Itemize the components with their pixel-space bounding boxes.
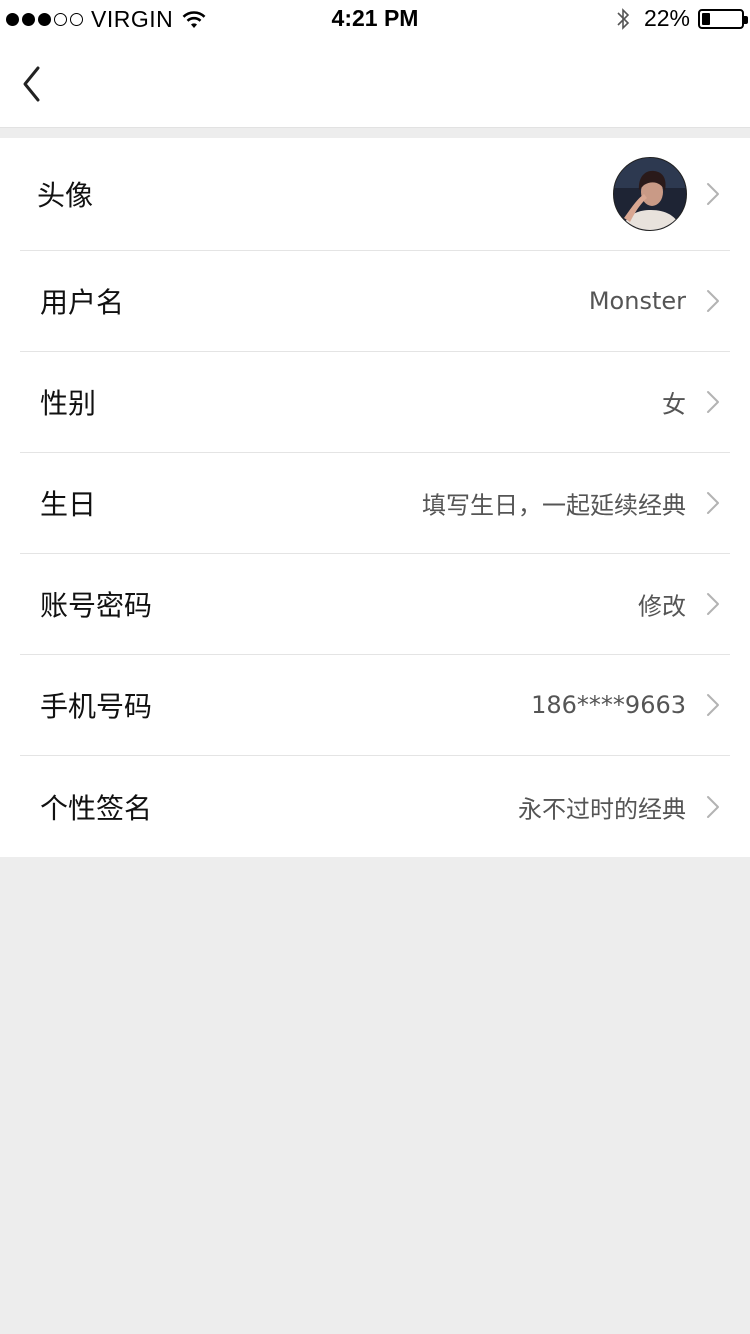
chevron-right-icon — [707, 593, 719, 615]
row-label: 账号密码 — [40, 589, 153, 622]
avatar — [613, 157, 687, 231]
row-label: 个性签名 — [40, 791, 153, 825]
row-password[interactable]: 账号密码 修改 — [20, 554, 730, 655]
battery-level — [702, 12, 710, 25]
row-username[interactable]: 用户名 Monster — [20, 251, 730, 352]
battery-icon — [698, 8, 748, 29]
username-value: Monster — [588, 287, 686, 315]
battery-percent: 22% — [643, 5, 690, 31]
bluetooth-icon — [617, 7, 630, 30]
gender-value: 女 — [662, 390, 686, 419]
chevron-right-icon — [707, 391, 719, 413]
birthday-value: 填写生日，一起延续经典 — [422, 491, 686, 520]
chevron-right-icon — [707, 492, 719, 514]
row-label: 性别 — [40, 387, 97, 420]
status-right: 22% — [616, 5, 748, 32]
phone-value: 186****9663 — [531, 691, 686, 719]
row-label: 头像 — [37, 179, 94, 212]
nav-bar — [0, 40, 750, 128]
signature-value: 永不过时的经典 — [518, 795, 686, 823]
profile-settings-list: 头像 用户名 Monster 性别 女 生日 填写生日，一起延续经典 账号密码 … — [0, 138, 750, 857]
row-label: 生日 — [40, 488, 97, 521]
row-phone[interactable]: 手机号码 186****9663 — [20, 655, 730, 756]
chevron-right-icon — [707, 183, 719, 205]
row-birthday[interactable]: 生日 填写生日，一起延续经典 — [20, 453, 730, 554]
chevron-right-icon — [707, 694, 719, 716]
password-value: 修改 — [638, 592, 686, 621]
row-label: 用户名 — [40, 286, 125, 319]
row-label: 手机号码 — [40, 690, 153, 723]
row-signature[interactable]: 个性签名 永不过时的经典 — [20, 756, 730, 857]
row-avatar[interactable]: 头像 — [20, 138, 730, 251]
row-gender[interactable]: 性别 女 — [20, 352, 730, 453]
chevron-left-icon — [23, 66, 40, 102]
back-button[interactable] — [10, 56, 54, 112]
chevron-right-icon — [707, 795, 719, 818]
chevron-right-icon — [707, 290, 719, 312]
status-bar: VIRGIN 4:21 PM 22% — [0, 0, 750, 40]
